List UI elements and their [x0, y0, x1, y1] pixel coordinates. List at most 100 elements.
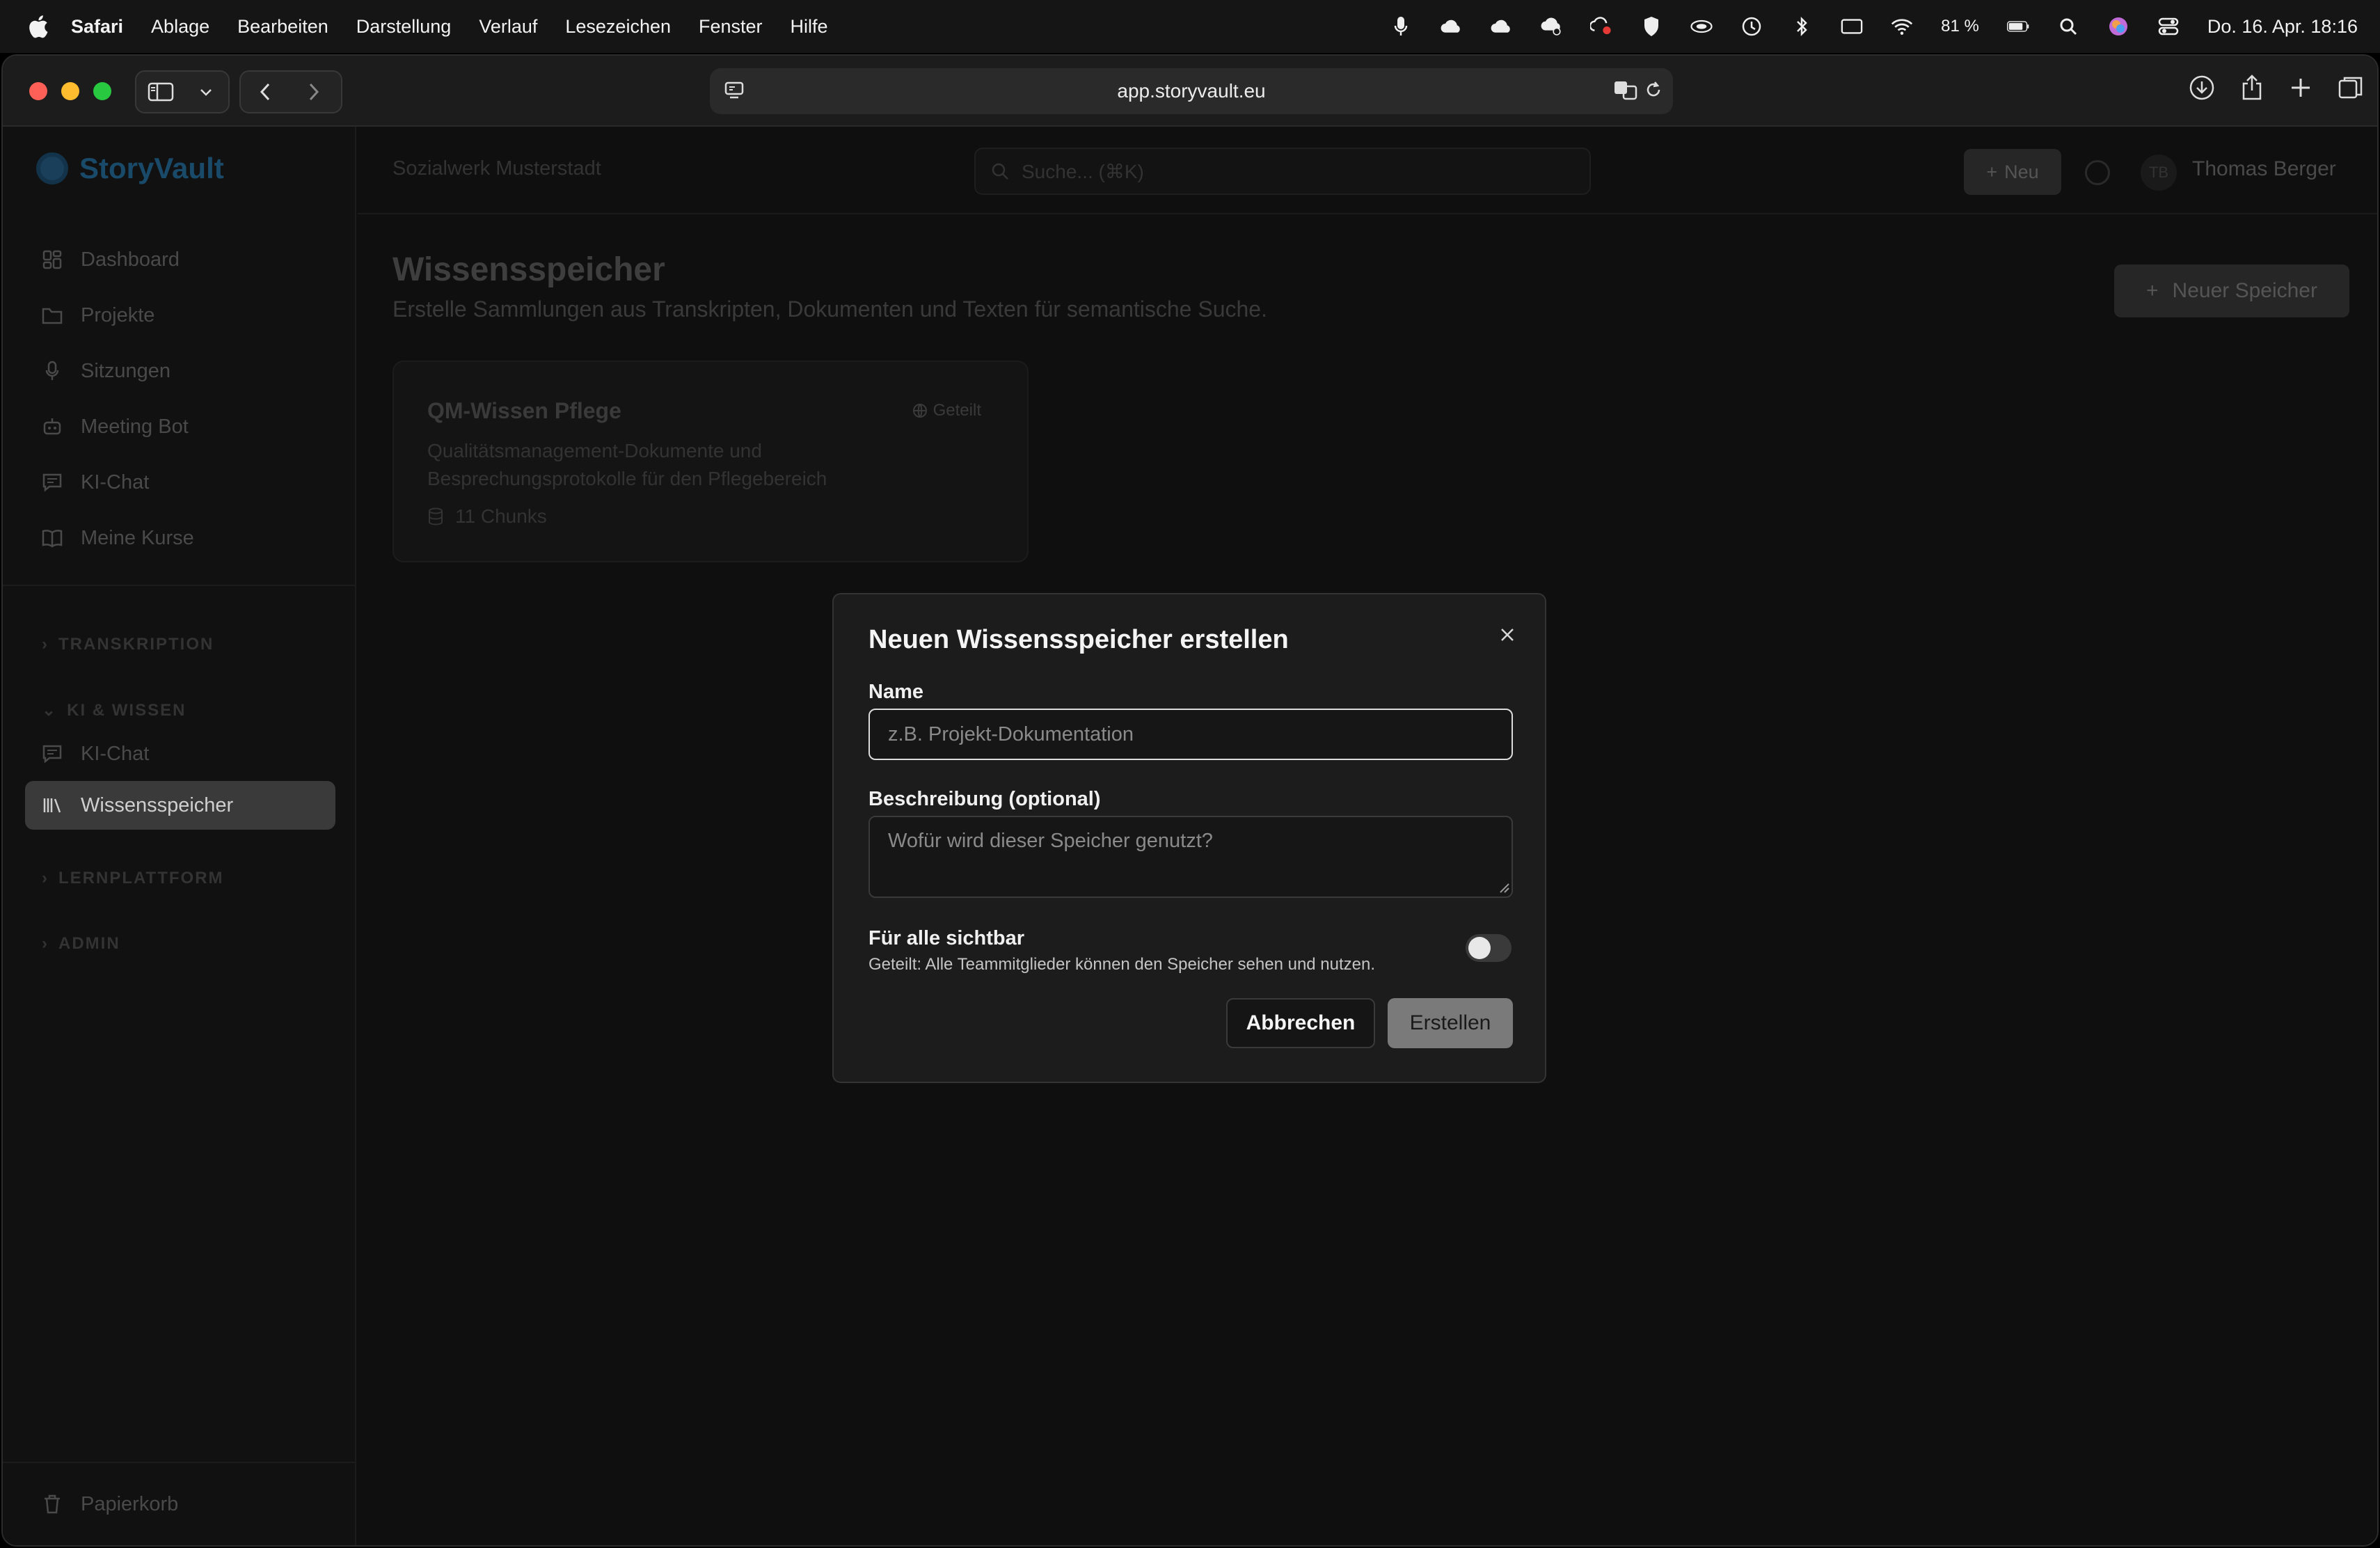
sidebar-divider — [3, 1462, 356, 1463]
sidebar-item-label: Projekte — [81, 303, 155, 326]
cloud-sync-icon[interactable] — [1490, 15, 1512, 38]
bot-icon — [40, 415, 64, 439]
wifi-icon[interactable] — [1891, 15, 1913, 38]
microphone-icon[interactable] — [1390, 15, 1412, 38]
visibility-hint: Geteilt: Alle Teammitglieder können den … — [868, 955, 1376, 974]
organization-name[interactable]: Sozialwerk Musterstadt — [392, 157, 601, 180]
spotlight-search-icon[interactable] — [2057, 15, 2079, 38]
card-description: Qualitätsmanagement-Dokumente und Bespre… — [427, 440, 827, 489]
user-name[interactable]: Thomas Berger — [2192, 157, 2336, 181]
resize-grip-icon[interactable] — [1498, 881, 1510, 894]
app-sidebar: StoryVault Dashboard Projekte Sitzungen … — [3, 127, 356, 1545]
help-icon[interactable] — [2085, 160, 2110, 185]
chevron-left-icon — [260, 83, 270, 101]
chat-icon — [40, 471, 64, 494]
control-center-icon[interactable] — [2157, 15, 2180, 38]
close-dialog-button[interactable] — [1493, 621, 1521, 649]
menu-ablage[interactable]: Ablage — [151, 16, 209, 38]
cloud-pending-icon[interactable] — [1540, 15, 1562, 38]
time-machine-icon[interactable] — [1740, 15, 1763, 38]
app-topbar: Sozialwerk Musterstadt Suche... (⌘K) + N… — [358, 127, 2377, 214]
cancel-button[interactable]: Abbrechen — [1226, 998, 1375, 1048]
new-tab-icon[interactable] — [2288, 74, 2313, 102]
brand-logo[interactable]: StoryVault — [36, 152, 224, 185]
plus-icon: + — [2146, 279, 2159, 302]
new-store-button[interactable]: + Neuer Speicher — [2114, 264, 2349, 317]
avatar[interactable]: TB — [2141, 155, 2177, 191]
menu-verlauf[interactable]: Verlauf — [479, 16, 537, 38]
browser-toolbar: app.storyvault.eu — [3, 56, 2377, 127]
menu-bearbeiten[interactable]: Bearbeiten — [237, 16, 328, 38]
back-button[interactable] — [241, 72, 289, 112]
chevron-right-icon — [309, 83, 319, 101]
close-icon — [1501, 629, 1514, 641]
share-icon[interactable] — [2239, 74, 2264, 102]
address-bar[interactable]: app.storyvault.eu — [710, 68, 1673, 114]
macos-menubar: Safari Ablage Bearbeiten Darstellung Ver… — [0, 0, 2380, 53]
downloads-icon[interactable] — [2188, 74, 2216, 102]
display-icon[interactable] — [1841, 15, 1863, 38]
description-textarea[interactable] — [868, 816, 1513, 898]
library-icon — [40, 793, 64, 817]
new-button[interactable]: + Neu — [1964, 149, 2061, 195]
sidebar-toggle-group — [135, 70, 230, 113]
section-admin[interactable]: › ADMIN — [42, 934, 120, 954]
forward-button[interactable] — [289, 72, 338, 112]
section-ki-wissen[interactable]: ⌄ KI & WISSEN — [42, 700, 186, 720]
battery-icon[interactable] — [2006, 15, 2029, 38]
knowledge-store-card[interactable]: QM-Wissen Pflege Geteilt Qualitätsmanage… — [392, 361, 1029, 562]
sidebar-item-wissensspeicher[interactable]: Wissensspeicher — [40, 793, 233, 817]
create-store-dialog: Neuen Wissensspeicher erstellen Name Bes… — [832, 593, 1546, 1083]
chevron-right-icon: › — [42, 934, 49, 953]
sidebar-item-dashboard[interactable]: Dashboard — [40, 248, 180, 271]
shield-icon[interactable] — [1640, 15, 1663, 38]
url-text[interactable]: app.storyvault.eu — [1117, 80, 1265, 102]
page-title: Wissensspeicher — [392, 251, 665, 288]
name-input[interactable] — [868, 709, 1513, 760]
vpn-icon[interactable] — [1690, 15, 1713, 38]
bluetooth-icon[interactable] — [1791, 15, 1813, 38]
reload-icon[interactable] — [1644, 79, 1663, 100]
menu-lesezeichen[interactable]: Lesezeichen — [565, 16, 671, 38]
menubar-clock[interactable]: Do. 16. Apr. 18:16 — [2207, 16, 2358, 38]
database-icon — [429, 507, 443, 526]
create-button[interactable]: Erstellen — [1388, 998, 1513, 1048]
fullscreen-window-button[interactable] — [93, 82, 111, 100]
tab-group-dropdown[interactable] — [185, 72, 227, 112]
page-settings-icon[interactable] — [724, 79, 745, 100]
chunk-count: 11 Chunks — [427, 505, 547, 528]
global-search[interactable]: Suche... (⌘K) — [974, 148, 1591, 195]
sidebar-item-label: Papierkorb — [81, 1492, 179, 1515]
sidebar-item-ki-chat-2[interactable]: KI-Chat — [40, 742, 149, 766]
cloud-error-icon[interactable] — [1590, 15, 1612, 38]
search-icon — [992, 163, 1008, 180]
menu-app-name[interactable]: Safari — [71, 16, 123, 38]
translate-icon[interactable] — [1613, 79, 1638, 100]
visibility-label: Für alle sichtbar — [868, 927, 1025, 949]
section-label: TRANSKRIPTION — [58, 635, 214, 654]
menu-darstellung[interactable]: Darstellung — [356, 16, 452, 38]
close-window-button[interactable] — [29, 82, 47, 100]
sidebar-item-meine-kurse[interactable]: Meine Kurse — [40, 526, 194, 550]
sidebar-item-meeting-bot[interactable]: Meeting Bot — [40, 415, 189, 439]
apple-logo-icon[interactable] — [28, 15, 49, 38]
menu-fenster[interactable]: Fenster — [699, 16, 763, 38]
book-icon — [40, 526, 64, 550]
chevron-right-icon: › — [42, 869, 49, 887]
new-store-label: Neuer Speicher — [2172, 279, 2317, 302]
section-lernplattform[interactable]: › LERNPLATTFORM — [42, 869, 224, 888]
sidebar-item-ki-chat[interactable]: KI-Chat — [40, 471, 149, 494]
visibility-toggle[interactable] — [1466, 934, 1512, 962]
brand-name: StoryVault — [79, 152, 224, 184]
sidebar-toggle-button[interactable] — [136, 72, 185, 112]
section-label: LERNPLATTFORM — [58, 869, 224, 887]
cloud-icon[interactable] — [1440, 15, 1462, 38]
sidebar-item-sitzungen[interactable]: Sitzungen — [40, 359, 170, 383]
section-transkription[interactable]: › TRANSKRIPTION — [42, 635, 214, 654]
sidebar-item-projekte[interactable]: Projekte — [40, 303, 154, 327]
minimize-window-button[interactable] — [61, 82, 79, 100]
menu-hilfe[interactable]: Hilfe — [791, 16, 828, 38]
siri-icon[interactable] — [2107, 15, 2129, 38]
tab-overview-icon[interactable] — [2337, 74, 2365, 102]
sidebar-item-papierkorb[interactable]: Papierkorb — [40, 1492, 178, 1516]
